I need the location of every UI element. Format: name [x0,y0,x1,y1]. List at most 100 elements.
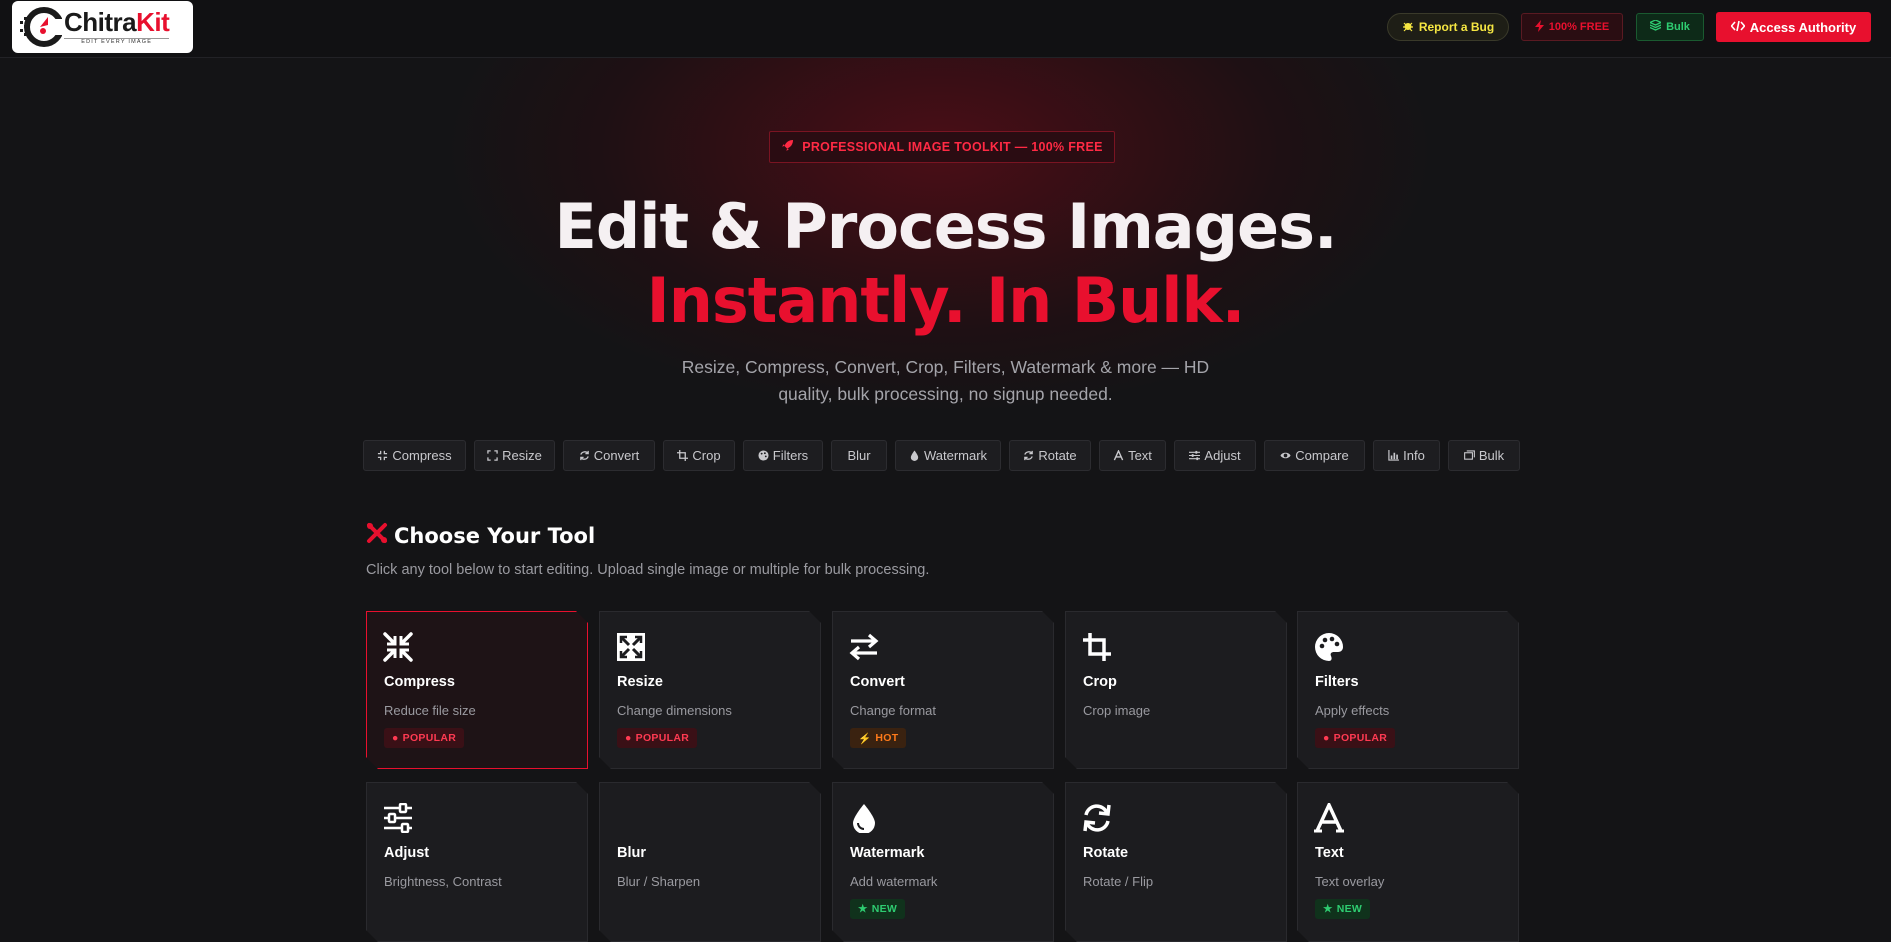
top-header: ChitraKit EDIT EVERY IMAGE Report a Bug … [0,0,1891,58]
star-icon: ★ [1323,903,1333,915]
tag-label: POPULAR [402,732,457,744]
bug-icon [1402,20,1414,35]
chitrakit-logo[interactable]: ChitraKit EDIT EVERY IMAGE [12,1,193,53]
fire-icon: ● [625,732,632,744]
card-description: Apply effects [1315,703,1390,718]
code-icon [1730,20,1746,35]
layers-icon [1648,19,1663,34]
card-title: Compress [384,674,455,690]
font-icon [1314,803,1344,833]
chip-adjust[interactable]: Adjust [1174,440,1256,471]
chip-label: Compress [392,448,452,463]
card-title: Rotate [1083,845,1129,861]
popular-badge: ● POPULAR [1315,728,1395,748]
chip-bulk[interactable]: Bulk [1448,440,1520,471]
tool-card-compress[interactable]: Compress Reduce file size ● POPULAR [366,611,588,769]
new-badge: ★ NEW [850,899,905,919]
chip-convert[interactable]: Convert [563,440,655,471]
chip-label: Info [1403,448,1425,463]
tool-card-adjust[interactable]: Adjust Brightness, Contrast [366,782,588,942]
sync-icon [1024,450,1034,461]
tool-card-filters[interactable]: Filters Apply effects ● POPULAR [1297,611,1519,769]
card-description: Rotate / Flip [1083,874,1154,889]
chip-text[interactable]: Text [1099,440,1166,471]
chip-label: Bulk [1478,448,1505,463]
fire-icon: ● [392,732,399,744]
crop-icon [677,450,689,461]
hero-title-line1: Edit & Process Images. [554,190,1337,263]
logo-brand-accent: Kit [136,6,170,37]
card-description: Blur / Sharpen [617,874,701,889]
section-subtitle: Click any tool below to start editing. U… [366,562,930,578]
chip-crop[interactable]: Crop [663,440,735,471]
rocket-icon [781,139,794,155]
bolt-icon: ⚡ [858,732,872,745]
tools-icon [366,522,388,549]
eye-icon [1280,452,1291,459]
chip-label: Compare [1295,448,1349,463]
sliders-icon [1189,450,1201,461]
chip-filters[interactable]: Filters [743,440,823,471]
chip-compare[interactable]: Compare [1264,440,1365,471]
tool-card-blur[interactable]: Blur Blur / Sharpen [599,782,821,942]
sync-icon [579,450,589,461]
access-authority-button[interactable]: Access Authority [1716,12,1871,42]
expand-icon [616,632,646,662]
droplet-icon [849,803,879,833]
free-badge-label: 100% FREE [1548,21,1610,33]
hero-title-line2: Instantly. In Bulk. [646,264,1246,337]
tag-label: HOT [875,732,899,744]
card-description: Brightness, Contrast [384,874,502,889]
chip-resize[interactable]: Resize [474,440,555,471]
card-title: Resize [617,674,663,690]
hot-badge: ⚡ HOT [850,728,906,748]
arrows-icon [849,632,879,662]
bolt-icon [1534,19,1544,35]
card-title: Blur [617,845,646,861]
droplet-icon [910,450,919,461]
chip-compress[interactable]: Compress [363,440,466,471]
card-title: Adjust [384,845,430,861]
new-badge: ★ NEW [1315,899,1370,919]
card-description: Change dimensions [617,703,732,718]
chip-info[interactable]: Info [1373,440,1440,471]
chip-label: Watermark [923,448,988,463]
tool-card-convert[interactable]: Convert Change format ⚡ HOT [832,611,1054,769]
card-description: Reduce file size [384,703,476,718]
chip-rotate[interactable]: Rotate [1009,440,1091,471]
card-title: Filters [1315,674,1359,690]
report-bug-button[interactable]: Report a Bug [1387,13,1509,41]
chip-label: Adjust [1204,448,1241,463]
fire-icon: ● [1323,732,1330,744]
popular-badge: ● POPULAR [617,728,697,748]
free-badge[interactable]: 100% FREE [1521,13,1623,41]
tag-label: POPULAR [1333,732,1388,744]
tool-card-rotate[interactable]: Rotate Rotate / Flip [1065,782,1287,942]
logo-brand-main: Chitra [64,6,137,37]
tag-label: NEW [871,903,898,915]
tag-label: POPULAR [635,732,690,744]
card-title: Crop [1083,674,1117,690]
chip-label: Blur [847,448,871,463]
bulk-badge[interactable]: Bulk [1636,13,1704,41]
tool-card-crop[interactable]: Crop Crop image [1065,611,1287,769]
popular-badge: ● POPULAR [384,728,464,748]
logo-mark-icon [18,5,64,49]
font-icon [1113,450,1124,461]
chart-icon [1388,450,1400,461]
tool-card-watermark[interactable]: Watermark Add watermark ★ NEW [832,782,1054,942]
tool-card-resize[interactable]: Resize Change dimensions ● POPULAR [599,611,821,769]
chip-label: Text [1128,448,1152,463]
star-icon: ★ [858,903,868,915]
chip-blur[interactable]: Blur [831,440,887,471]
chip-label: Filters [772,448,809,463]
tag-label: NEW [1336,903,1363,915]
card-title: Text [1315,845,1344,861]
chip-watermark[interactable]: Watermark [895,440,1001,471]
tool-card-text[interactable]: Text Text overlay ★ NEW [1297,782,1519,942]
hero-badge-label: PROFESSIONAL IMAGE TOOLKIT — 100% FREE [802,140,1103,154]
sliders-icon [383,803,413,833]
chip-label: Resize [502,448,542,463]
card-description: Crop image [1083,703,1151,718]
access-authority-label: Access Authority [1749,19,1857,35]
